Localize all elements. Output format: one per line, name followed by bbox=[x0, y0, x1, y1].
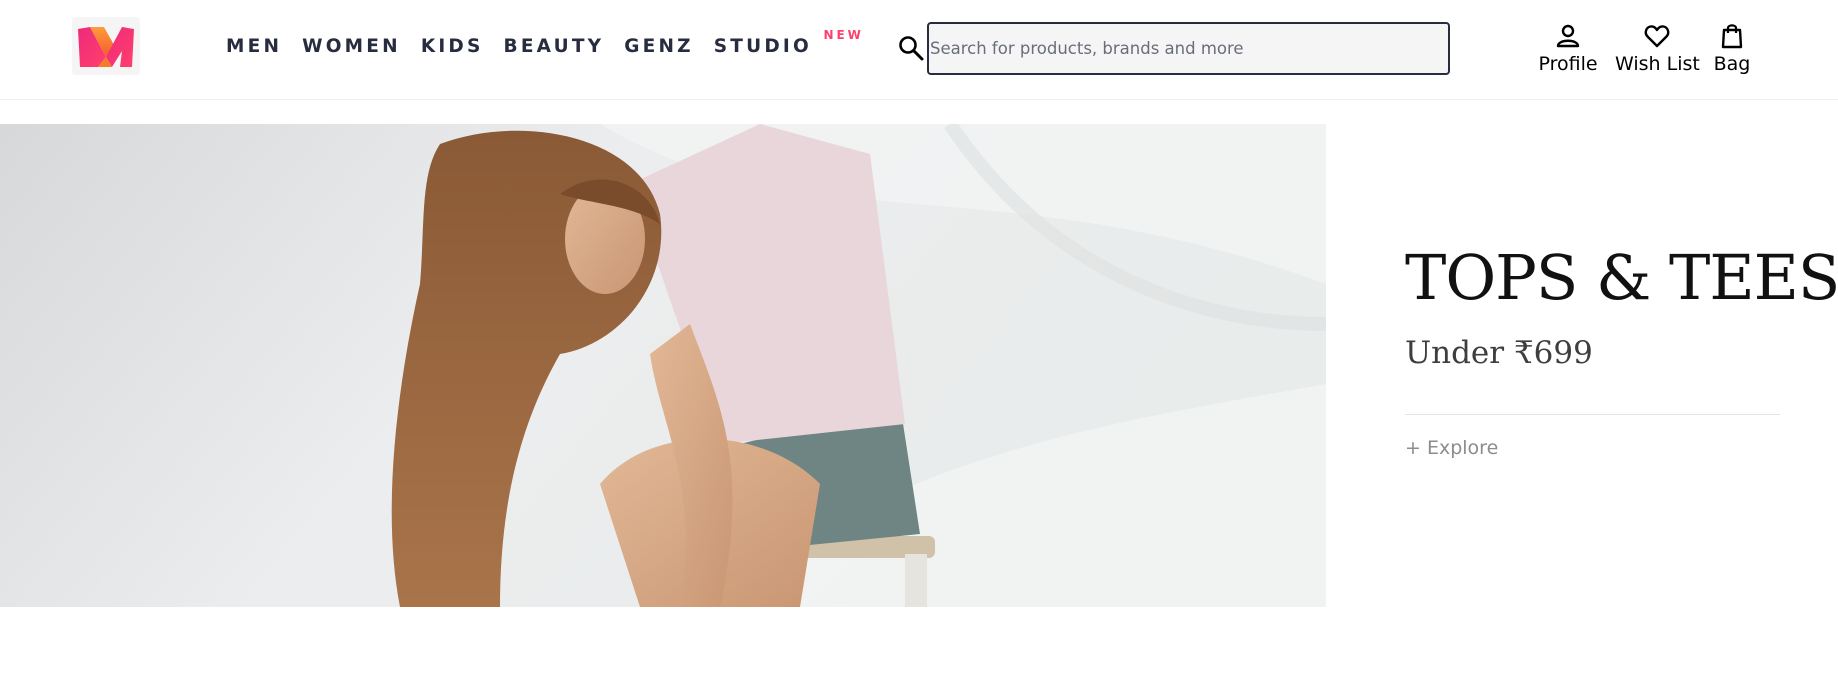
promo-divider bbox=[1405, 414, 1780, 415]
promo-subtitle: Under ₹699 bbox=[1405, 335, 1593, 371]
nav-studio[interactable]: STUDIO NEW bbox=[713, 28, 861, 60]
nav-studio-label: STUDIO bbox=[713, 36, 812, 57]
main-nav: MEN WOMEN KIDS BEAUTY GENZ STUDIO NEW bbox=[226, 28, 861, 60]
promo-panel: TOPS & TEES Under ₹699 + Explore bbox=[1405, 238, 1838, 459]
bag-button[interactable]: Bag bbox=[1710, 22, 1754, 77]
profile-label: Profile bbox=[1538, 53, 1598, 75]
nav-genz[interactable]: GENZ bbox=[624, 34, 694, 60]
top-header: MEN WOMEN KIDS BEAUTY GENZ STUDIO NEW Pr… bbox=[0, 0, 1838, 100]
search-box bbox=[927, 22, 1450, 75]
nav-women[interactable]: WOMEN bbox=[302, 34, 401, 60]
model-photo bbox=[0, 124, 1326, 607]
new-badge: NEW bbox=[823, 28, 864, 42]
profile-button[interactable]: Profile bbox=[1538, 22, 1598, 77]
hero-banner-image[interactable] bbox=[0, 124, 1326, 607]
nav-men[interactable]: MEN bbox=[226, 34, 282, 60]
promo-title: TOPS & TEES bbox=[1405, 241, 1838, 314]
heart-icon bbox=[1644, 25, 1670, 48]
header-actions: Profile Wish List Bag bbox=[1530, 22, 1760, 82]
search-input[interactable] bbox=[929, 24, 1448, 73]
bag-icon bbox=[1721, 24, 1743, 49]
bag-label: Bag bbox=[1713, 53, 1751, 75]
nav-beauty[interactable]: BEAUTY bbox=[504, 34, 605, 60]
explore-link[interactable]: + Explore bbox=[1405, 437, 1498, 459]
search-icon[interactable] bbox=[897, 34, 927, 64]
nav-kids[interactable]: KIDS bbox=[421, 34, 484, 60]
wishlist-label: Wish List bbox=[1615, 53, 1700, 75]
brand-logo[interactable] bbox=[72, 17, 140, 75]
wishlist-button[interactable]: Wish List bbox=[1615, 22, 1700, 77]
myntra-logo-icon bbox=[78, 27, 134, 67]
person-icon bbox=[1556, 24, 1580, 48]
